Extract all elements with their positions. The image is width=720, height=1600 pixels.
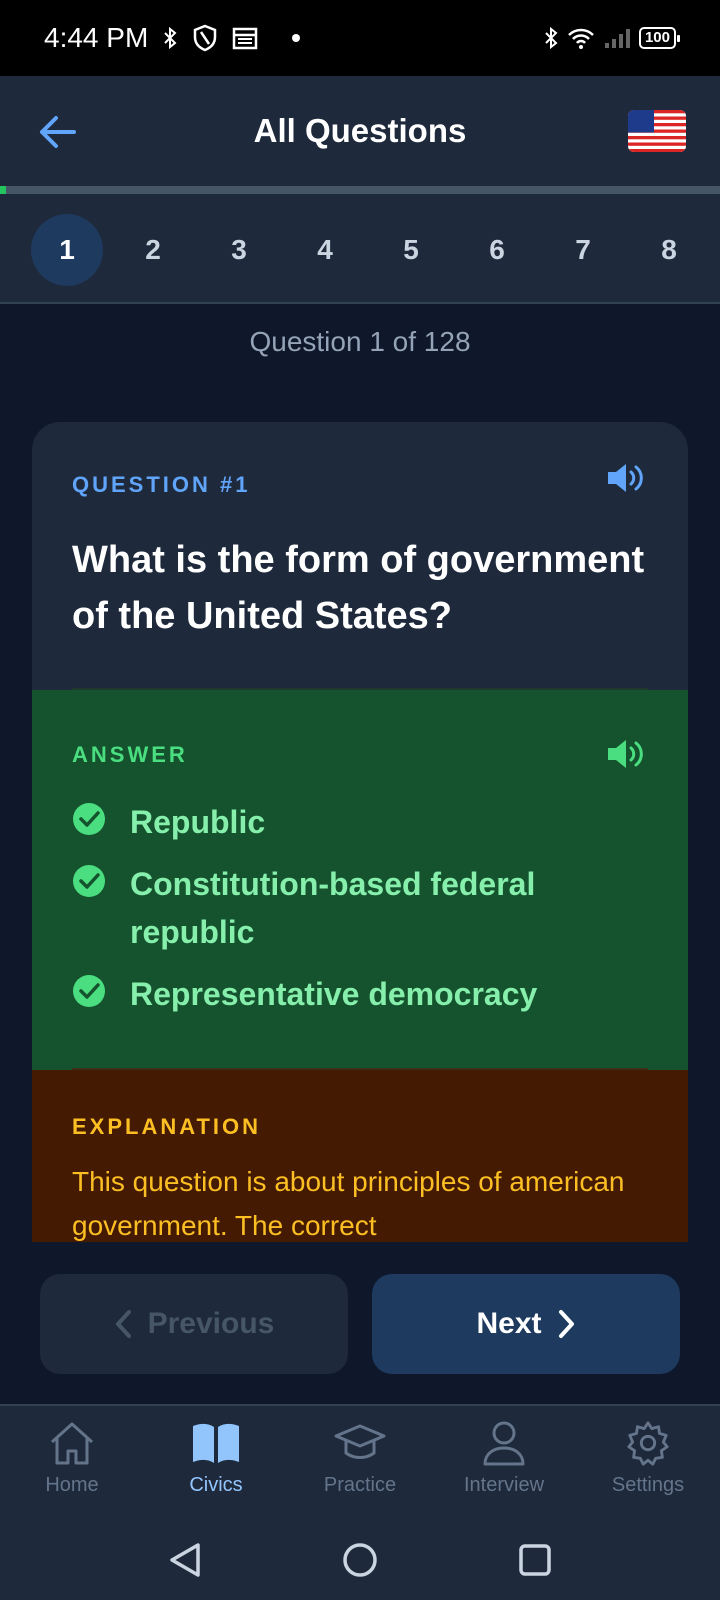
system-navigation-bar	[0, 1520, 720, 1600]
bluetooth-icon	[545, 26, 558, 50]
speaker-icon[interactable]	[606, 736, 646, 772]
gear-icon	[627, 1421, 669, 1466]
us-flag-icon[interactable]	[628, 110, 686, 152]
list-item: Republic	[72, 798, 648, 846]
explanation-label: EXPLANATION	[72, 1114, 262, 1139]
shield-icon	[194, 24, 217, 52]
next-label: Next	[476, 1307, 542, 1340]
back-triangle-icon[interactable]	[168, 1542, 202, 1578]
progress-bar	[0, 186, 720, 194]
app-header: All Questions	[0, 76, 720, 186]
question-number-2[interactable]: 2	[117, 214, 189, 286]
explanation-section: EXPLANATION This question is about princ…	[32, 1070, 688, 1242]
person-icon	[483, 1421, 525, 1466]
question-number-1[interactable]: 1	[31, 214, 103, 286]
check-circle-icon	[73, 975, 105, 1007]
tab-practice[interactable]: Practice	[288, 1406, 432, 1520]
answer-text: Representative democracy	[130, 976, 538, 1012]
previous-label: Previous	[147, 1307, 275, 1340]
progress-fill	[0, 186, 6, 194]
question-card: QUESTION #1 What is the form of governme…	[32, 422, 688, 1242]
wifi-icon	[568, 28, 594, 49]
tab-civics[interactable]: Civics	[144, 1406, 288, 1520]
home-circle-icon[interactable]	[342, 1542, 378, 1578]
page-title: All Questions	[253, 112, 467, 149]
answer-section: ANSWER Republic Constitution-based feder…	[32, 690, 688, 1070]
question-counter: Question 1 of 128	[249, 326, 471, 357]
question-text: What is the form of government of the Un…	[72, 539, 645, 637]
question-section: QUESTION #1 What is the form of governme…	[32, 422, 688, 690]
tab-label: Civics	[189, 1474, 243, 1496]
status-time: 4:44 PM	[44, 22, 149, 53]
speaker-icon[interactable]	[606, 460, 646, 496]
tab-settings[interactable]: Settings	[576, 1406, 720, 1520]
explanation-text: This question is about principles of ame…	[72, 1166, 625, 1241]
calendar-icon	[233, 27, 258, 50]
next-button[interactable]: Next	[372, 1274, 680, 1374]
tab-label: Practice	[323, 1474, 397, 1496]
question-number-6[interactable]: 6	[461, 214, 533, 286]
check-circle-icon	[73, 865, 105, 897]
graduation-cap-icon	[334, 1424, 386, 1459]
bottom-tab-bar: Home Civics Practice Interview Settings	[0, 1404, 720, 1520]
chevron-right-icon	[558, 1310, 574, 1338]
dot-icon	[292, 34, 301, 42]
question-number-7[interactable]: 7	[547, 214, 619, 286]
tab-label: Home	[45, 1474, 99, 1496]
tab-label: Interview	[463, 1474, 545, 1496]
chevron-left-icon	[115, 1310, 131, 1338]
book-icon	[193, 1423, 239, 1463]
question-number-5[interactable]: 5	[375, 214, 447, 286]
question-number-nav: 1 2 3 4 5 6 7 8	[0, 194, 720, 304]
answer-list: Republic Constitution-based federal repu…	[72, 798, 648, 1018]
tab-home[interactable]: Home	[0, 1406, 144, 1520]
question-number-4[interactable]: 4	[289, 214, 361, 286]
recents-square-icon[interactable]	[518, 1543, 552, 1577]
question-number-3[interactable]: 3	[203, 214, 275, 286]
list-item: Constitution-based federal republic	[72, 860, 648, 956]
tab-interview[interactable]: Interview	[432, 1406, 576, 1520]
answer-label: ANSWER	[72, 742, 188, 767]
list-item: Representative democracy	[72, 970, 648, 1018]
divider	[72, 1068, 648, 1070]
question-label: QUESTION #1	[72, 472, 251, 497]
status-bar: 4:44 PM 100	[0, 0, 720, 76]
previous-button[interactable]: Previous	[40, 1274, 348, 1374]
question-number-8[interactable]: 8	[633, 214, 705, 286]
answer-text: Republic	[130, 804, 266, 840]
answer-text: Constitution-based federal republic	[130, 866, 536, 950]
check-circle-icon	[73, 803, 105, 835]
battery-indicator: 100	[638, 27, 681, 49]
signal-icon	[604, 29, 630, 48]
tab-label: Settings	[611, 1474, 685, 1496]
back-arrow-icon[interactable]	[36, 114, 76, 150]
home-icon	[50, 1422, 94, 1465]
bluetooth-icon	[164, 26, 177, 50]
